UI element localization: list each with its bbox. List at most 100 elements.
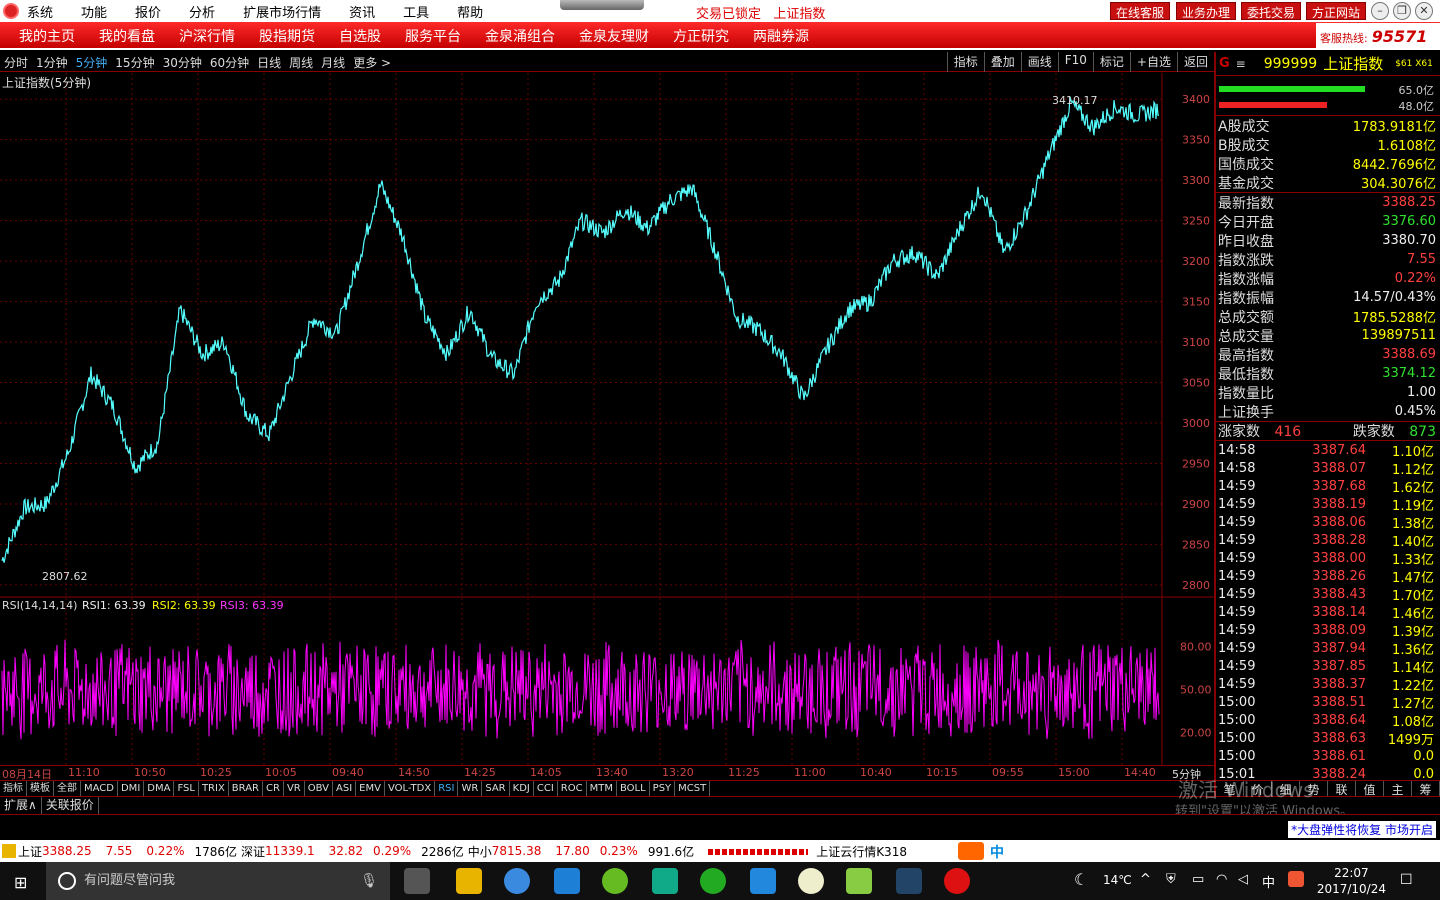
qq-browser-icon[interactable] bbox=[602, 868, 628, 894]
edge-icon[interactable] bbox=[554, 868, 580, 894]
indicator-tab[interactable]: VR bbox=[284, 781, 305, 796]
windows-start-icon[interactable]: ⊞ bbox=[14, 873, 27, 892]
menu-function[interactable]: 功能 bbox=[67, 2, 121, 21]
panel-tab[interactable]: 笔 bbox=[1216, 781, 1244, 797]
panel-tab[interactable]: 联 bbox=[1328, 781, 1356, 797]
founder-app-icon[interactable] bbox=[944, 868, 970, 894]
avatar-app-icon[interactable] bbox=[798, 868, 824, 894]
tool-button[interactable]: 返回 bbox=[1176, 52, 1214, 72]
period-tab[interactable]: 分时 bbox=[0, 54, 32, 71]
trade-button[interactable]: 委托交易 bbox=[1241, 2, 1302, 20]
indicator-tab[interactable]: WR bbox=[458, 781, 483, 796]
volume-icon[interactable]: ◁ bbox=[1238, 872, 1248, 887]
panel-tab[interactable]: 筹 bbox=[1412, 781, 1440, 797]
nav-watchlist[interactable]: 自选股 bbox=[327, 26, 393, 46]
restore-icon[interactable]: ❐ bbox=[1393, 2, 1411, 20]
menu-help[interactable]: 帮助 bbox=[443, 2, 497, 21]
news-ticker[interactable]: *大盘弹性将恢复 市场开启 bbox=[1288, 821, 1436, 838]
indicator-tab[interactable]: ROC bbox=[558, 781, 587, 796]
indicator-tab[interactable]: MTM bbox=[587, 781, 617, 796]
notification-icon[interactable]: ☐ bbox=[1400, 872, 1413, 888]
zx-value[interactable]: 7815.38 bbox=[492, 844, 542, 858]
minimize-icon[interactable]: – bbox=[1371, 2, 1389, 20]
business-button[interactable]: 业务办理 bbox=[1176, 2, 1237, 20]
period-tab[interactable]: 60分钟 bbox=[206, 54, 253, 71]
panel-tab[interactable]: 细 bbox=[1272, 781, 1300, 797]
tool-button[interactable]: 指标 bbox=[946, 52, 984, 72]
expand-tab[interactable]: 扩展∧ bbox=[0, 797, 42, 814]
nav-service[interactable]: 服务平台 bbox=[393, 26, 473, 46]
close-icon[interactable]: ✕ bbox=[1415, 2, 1433, 20]
task-view-icon[interactable] bbox=[404, 868, 430, 894]
menu-quote[interactable]: 报价 bbox=[121, 2, 175, 21]
indicator-tab[interactable]: MACD bbox=[81, 781, 118, 796]
indicator-tab[interactable]: DMI bbox=[118, 781, 145, 796]
period-tab[interactable]: 1分钟 bbox=[32, 54, 72, 71]
indicator-tab[interactable]: RSI bbox=[435, 781, 459, 796]
indicator-tab[interactable]: OBV bbox=[305, 781, 333, 796]
battery-icon[interactable]: ▭ bbox=[1192, 872, 1204, 887]
excel-icon[interactable] bbox=[652, 868, 678, 894]
clock[interactable]: 22:07 2017/10/24 bbox=[1317, 865, 1386, 897]
nav-research[interactable]: 方正研究 bbox=[661, 26, 741, 46]
menu-tools[interactable]: 工具 bbox=[389, 2, 443, 21]
indicator-tab[interactable]: 模板 bbox=[27, 781, 54, 796]
indicator-tab[interactable]: KDJ bbox=[510, 781, 534, 796]
panel-tab[interactable]: 值 bbox=[1356, 781, 1384, 797]
tool-button[interactable]: 叠加 bbox=[983, 52, 1021, 72]
sh-value[interactable]: 3388.25 bbox=[42, 844, 92, 858]
kline-chart[interactable]: 上证指数(5分钟) 3410.17 2807.62 3400 3350 3300 32… bbox=[0, 73, 1214, 766]
indicator-tab[interactable]: DMA bbox=[144, 781, 175, 796]
tool-button[interactable]: +自选 bbox=[1129, 52, 1177, 72]
menu-extended-market[interactable]: 扩展市场行情 bbox=[229, 2, 335, 21]
menu-analysis[interactable]: 分析 bbox=[175, 2, 229, 21]
indicator-tab[interactable]: BOLL bbox=[617, 781, 650, 796]
period-tab[interactable]: 更多 > bbox=[349, 54, 395, 71]
title-grip[interactable] bbox=[560, 0, 644, 10]
indicator-tab[interactable]: MCST bbox=[675, 781, 711, 796]
indicator-tab[interactable]: 指标 bbox=[0, 781, 27, 796]
taskbar-ime[interactable]: 中 bbox=[1262, 872, 1275, 891]
file-explorer-icon[interactable] bbox=[456, 868, 482, 894]
indicator-tab[interactable]: FSL bbox=[174, 781, 199, 796]
wechat-icon[interactable] bbox=[700, 868, 726, 894]
panel-tab[interactable]: 主 bbox=[1384, 781, 1412, 797]
app-icon[interactable] bbox=[750, 868, 776, 894]
sogou-tray-icon[interactable] bbox=[1288, 871, 1304, 887]
sogou-ime-icon[interactable] bbox=[958, 842, 984, 860]
image-viewer-icon[interactable] bbox=[846, 868, 872, 894]
nav-margin[interactable]: 两融券源 bbox=[741, 26, 821, 46]
period-tab[interactable]: 30分钟 bbox=[159, 54, 206, 71]
wifi-icon[interactable]: ◠ bbox=[1216, 872, 1227, 887]
mic-icon[interactable]: 🎙 bbox=[360, 862, 378, 900]
cortana-search[interactable]: 有问题尽管问我 🎙 bbox=[46, 862, 390, 900]
period-tab[interactable]: 月线 bbox=[317, 54, 349, 71]
menu-system[interactable]: 系统 bbox=[0, 2, 67, 21]
indicator-tab[interactable]: ASI bbox=[333, 781, 357, 796]
period-tab[interactable]: 周线 bbox=[285, 54, 317, 71]
ime-mode[interactable]: 中 bbox=[990, 842, 1004, 862]
indicator-tab[interactable]: 全部 bbox=[54, 781, 81, 796]
cloud-quote[interactable]: 上证云行情K318 bbox=[816, 843, 907, 860]
indicator-tab[interactable]: CCI bbox=[534, 781, 558, 796]
nav-portfolio[interactable]: 金泉涌组合 bbox=[473, 26, 567, 46]
indicator-tab[interactable]: TRIX bbox=[199, 781, 229, 796]
indicator-tab[interactable]: SAR bbox=[482, 781, 510, 796]
indicator-tab[interactable]: VOL-TDX bbox=[385, 781, 436, 796]
menu-news[interactable]: 资讯 bbox=[335, 2, 389, 21]
period-tab[interactable]: 15分钟 bbox=[111, 54, 158, 71]
indicator-tab[interactable]: EMV bbox=[356, 781, 385, 796]
tool-button[interactable]: 画线 bbox=[1020, 52, 1058, 72]
nav-finance[interactable]: 金泉友理财 bbox=[567, 26, 661, 46]
nav-home[interactable]: 我的主页 bbox=[0, 26, 87, 46]
related-quote-tab[interactable]: 关联报价 bbox=[42, 797, 99, 814]
online-service-button[interactable]: 在线客服 bbox=[1110, 2, 1171, 20]
period-tab[interactable]: 日线 bbox=[253, 54, 285, 71]
tool-button[interactable]: F10 bbox=[1057, 52, 1093, 72]
photos-icon[interactable] bbox=[896, 868, 922, 894]
panel-tab[interactable]: 价 bbox=[1244, 781, 1272, 797]
nav-futures[interactable]: 股指期货 bbox=[247, 26, 327, 46]
sz-value[interactable]: 11339.1 bbox=[265, 844, 315, 858]
panel-tab[interactable]: 势 bbox=[1300, 781, 1328, 797]
defender-icon[interactable]: ⛨ bbox=[1166, 872, 1176, 887]
